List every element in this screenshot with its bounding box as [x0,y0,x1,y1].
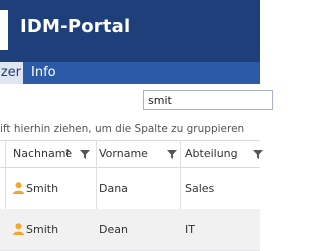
app-header: IDM-Portal [0,0,260,62]
table-row[interactable]: Smith Dana Sales [0,168,260,210]
tab-info[interactable]: Info [31,62,56,84]
filter-icon[interactable] [80,150,90,159]
user-icon [13,182,24,194]
filter-icon[interactable] [253,150,263,159]
cell-vorname: Dana [99,182,128,195]
filter-icon[interactable] [167,150,177,159]
grid-header-row: Nachname ↑ Vorname Abteilung [0,141,263,168]
data-grid: Nachname ↑ Vorname Abteilung Smith Dana … [0,140,263,251]
cell-abteilung: IT [185,223,195,236]
cell-nachname: Smith [26,223,59,236]
app-title: IDM-Portal [20,16,131,37]
cell-nachname: Smith [26,182,59,195]
tab-benutzer[interactable]: zer [0,62,23,84]
logo [0,10,8,50]
search-input[interactable] [143,90,273,110]
column-header-vorname[interactable]: Vorname [99,141,148,167]
user-icon [13,223,24,235]
sort-ascending-icon[interactable]: ↑ [63,148,72,160]
cell-vorname: Dean [99,223,128,236]
cell-abteilung: Sales [185,182,215,195]
group-panel-hint: ift hierhin ziehen, um die Spalte zu gru… [0,123,245,135]
table-row[interactable]: Smith Dean IT [0,209,260,251]
tab-bar: zer Info [0,62,260,84]
column-header-abteilung[interactable]: Abteilung [185,141,238,167]
